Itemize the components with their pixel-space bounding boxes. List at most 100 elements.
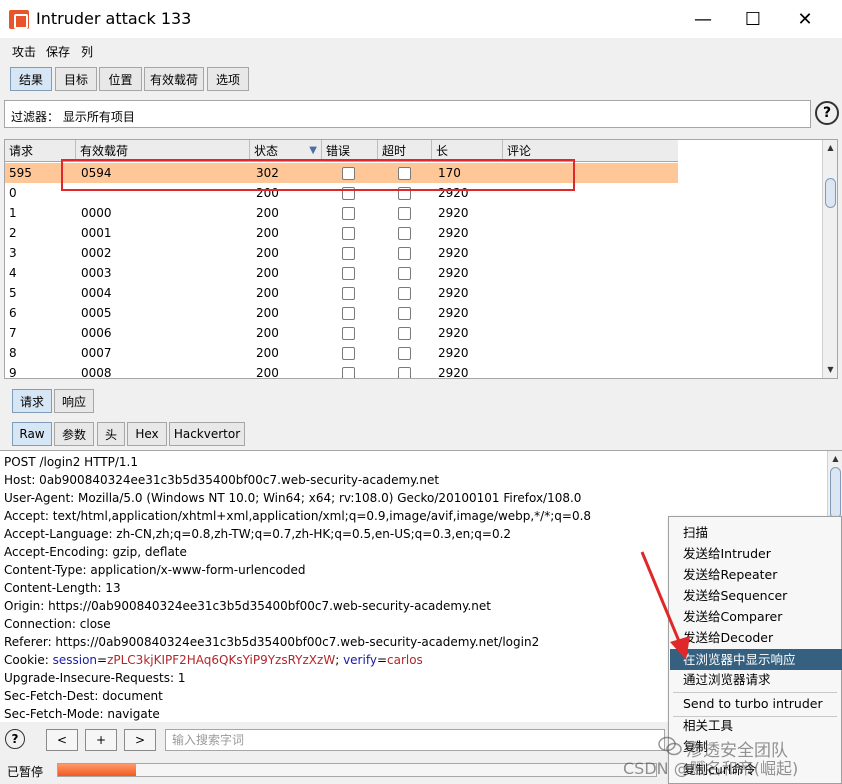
timeout-checkbox (398, 247, 411, 260)
menu-bar: 攻击 保存 列 (0, 38, 842, 62)
cookie-val1: zPLC3kjKIPF2HAq6QKsYiP9YzsRYzXzW (107, 653, 336, 667)
cell-status: 200 (256, 266, 279, 280)
filter-bar[interactable]: 过滤器： 显示所有项目 (4, 100, 811, 128)
request-line: User-Agent: Mozilla/5.0 (Windows NT 10.0… (4, 491, 582, 505)
table-row[interactable]: 2 0001 200 2920 (5, 223, 678, 243)
cell-payload: 0006 (81, 326, 112, 340)
tab-positions[interactable]: 位置 (99, 67, 142, 91)
error-checkbox (342, 367, 355, 378)
cell-length: 2920 (438, 226, 469, 240)
results-scrollbar[interactable]: ▲ ▼ (822, 140, 837, 378)
tab-request[interactable]: 请求 (12, 389, 52, 413)
tab-options[interactable]: 选项 (207, 67, 249, 91)
help-icon[interactable]: ? (815, 101, 839, 125)
table-row[interactable]: 6 0005 200 2920 (5, 303, 678, 323)
tab-hackvertor[interactable]: Hackvertor (169, 422, 245, 446)
search-prev-button[interactable]: < (46, 729, 78, 751)
ctx-show-response-in-browser[interactable]: 在浏览器中显示响应 (670, 649, 842, 670)
request-line: Origin: https://0ab900840324ee31c3b5d354… (4, 599, 491, 613)
ctx-send-repeater[interactable]: 发送给Repeater (670, 564, 842, 585)
cookie-name1: session (52, 653, 98, 667)
request-line: Connection: close (4, 617, 111, 631)
cell-payload: 0004 (81, 286, 112, 300)
csdn-watermark: CSDN @赋名和帝(崛起) (623, 759, 799, 778)
table-row[interactable]: 8 0007 200 2920 (5, 343, 678, 363)
tab-response[interactable]: 响应 (54, 389, 94, 413)
cell-payload: 0005 (81, 306, 112, 320)
request-line: Upgrade-Insecure-Requests: 1 (4, 671, 186, 685)
table-row[interactable]: 7 0006 200 2920 (5, 323, 678, 343)
cell-length: 2920 (438, 246, 469, 260)
progress-bar (57, 763, 657, 777)
cell-request: 3 (9, 246, 17, 260)
request-line: Accept-Encoding: gzip, deflate (4, 545, 187, 559)
tab-results[interactable]: 结果 (10, 67, 52, 91)
cell-status: 200 (256, 366, 279, 379)
cookie-eq2: = (376, 653, 387, 667)
timeout-checkbox (398, 347, 411, 360)
ctx-send-comparer[interactable]: 发送给Comparer (670, 606, 842, 627)
menu-columns[interactable]: 列 (81, 43, 93, 60)
table-row[interactable]: 9 0008 200 2920 (5, 363, 678, 379)
cell-request: 7 (9, 326, 17, 340)
table-row[interactable]: 1 0000 200 2920 (5, 203, 678, 223)
highlight-annotation (61, 159, 575, 191)
editor-scroll-up-icon[interactable]: ▲ (828, 451, 842, 465)
table-row[interactable]: 4 0003 200 2920 (5, 263, 678, 283)
cell-length: 2920 (438, 286, 469, 300)
request-line: Sec-Fetch-Mode: navigate (4, 707, 160, 721)
tab-raw[interactable]: Raw (12, 422, 52, 446)
menu-save[interactable]: 保存 (46, 43, 70, 60)
cell-length: 2920 (438, 206, 469, 220)
scroll-down-icon[interactable]: ▼ (823, 362, 837, 376)
tab-hex[interactable]: Hex (127, 422, 167, 446)
ctx-send-decoder[interactable]: 发送给Decoder (670, 627, 842, 648)
title-bar: Intruder attack 133 — ☐ ✕ (0, 0, 842, 38)
tab-target[interactable]: 目标 (55, 67, 97, 91)
minimize-button[interactable]: — (680, 0, 726, 38)
view-tabs: Raw 参数 头 Hex Hackvertor (12, 422, 252, 446)
request-line: Content-Length: 13 (4, 581, 121, 595)
error-checkbox (342, 287, 355, 300)
cell-request: 0 (9, 186, 17, 200)
menu-attack[interactable]: 攻击 (12, 43, 36, 60)
cell-request: 9 (9, 366, 17, 379)
error-checkbox (342, 327, 355, 340)
tab-payloads[interactable]: 有效载荷 (144, 67, 204, 91)
cookie-eq1: = (97, 653, 108, 667)
cell-status: 200 (256, 326, 279, 340)
error-checkbox (342, 247, 355, 260)
progress-fill (58, 764, 136, 776)
cell-length: 2920 (438, 346, 469, 360)
ctx-send-turbo-intruder[interactable]: Send to turbo intruder (670, 693, 842, 714)
ctx-scan[interactable]: 扫描 (670, 522, 842, 543)
ctx-request-in-browser[interactable]: 通过浏览器请求 (670, 669, 842, 690)
search-next-button[interactable]: > (124, 729, 156, 751)
request-line: Referer: https://0ab900840324ee31c3b5d35… (4, 635, 540, 649)
editor-scroll-thumb[interactable] (830, 467, 841, 519)
tab-params[interactable]: 参数 (54, 422, 94, 446)
scroll-thumb[interactable] (825, 178, 836, 208)
search-input[interactable]: 输入搜索字词 (165, 729, 665, 751)
cell-length: 2920 (438, 326, 469, 340)
table-row[interactable]: 5 0004 200 2920 (5, 283, 678, 303)
search-add-button[interactable]: + (85, 729, 117, 751)
scroll-up-icon[interactable]: ▲ (823, 140, 837, 154)
cell-status: 200 (256, 206, 279, 220)
close-button[interactable]: ✕ (782, 0, 828, 38)
search-help-icon[interactable]: ? (5, 729, 25, 749)
col-status-label: 状态 (254, 144, 279, 158)
maximize-button[interactable]: ☐ (730, 0, 776, 38)
cell-request: 8 (9, 346, 17, 360)
window-title: Intruder attack 133 (36, 9, 192, 28)
ctx-send-sequencer[interactable]: 发送给Sequencer (670, 585, 842, 606)
ctx-send-intruder[interactable]: 发送给Intruder (670, 543, 842, 564)
tab-headers[interactable]: 头 (97, 422, 125, 446)
cell-status: 200 (256, 306, 279, 320)
timeout-checkbox (398, 227, 411, 240)
cookie-sep: ; (335, 653, 344, 667)
ctx-related-tools[interactable]: 相关工具 (670, 715, 842, 736)
cell-status: 200 (256, 286, 279, 300)
table-row[interactable]: 3 0002 200 2920 (5, 243, 678, 263)
cell-length: 2920 (438, 306, 469, 320)
